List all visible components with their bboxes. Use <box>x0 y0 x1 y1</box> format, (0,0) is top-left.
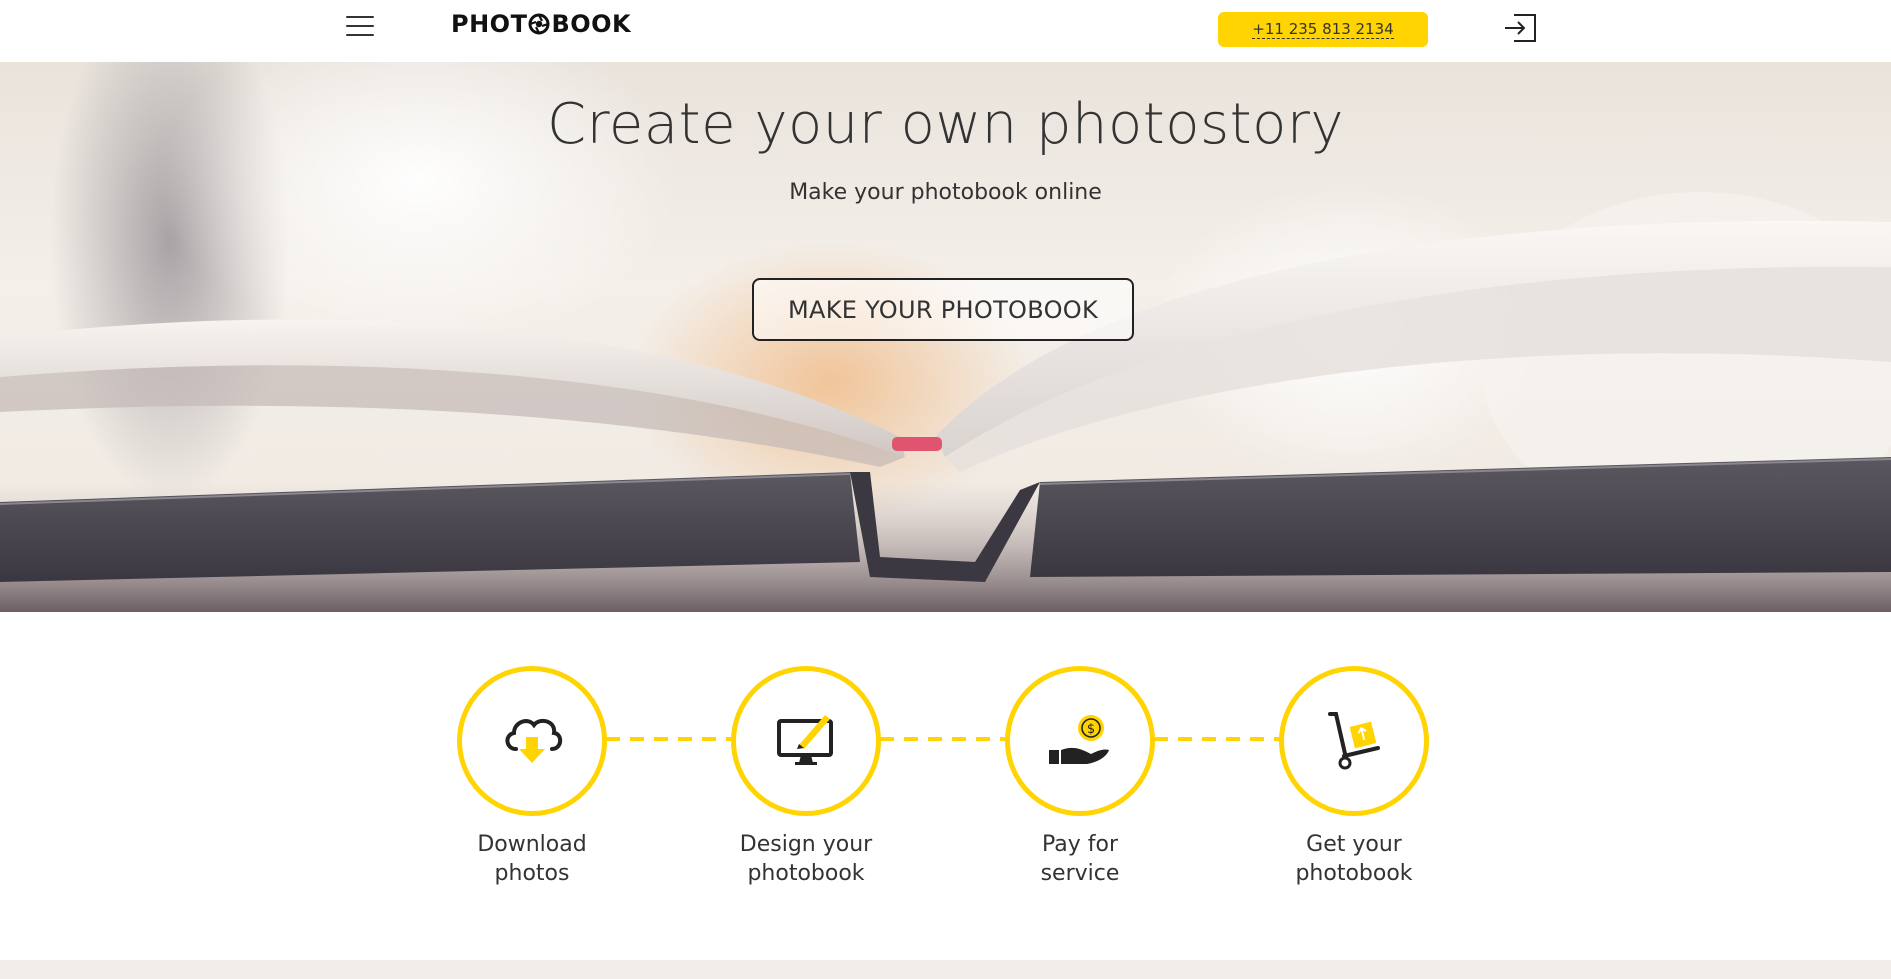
aperture-icon <box>528 13 550 35</box>
step-label-line1: Download <box>477 832 587 857</box>
step-circle <box>731 666 881 816</box>
hero-title: Create your own photostory <box>546 92 1345 157</box>
cloud-download-icon <box>505 718 563 763</box>
next-section-strip <box>0 960 1891 979</box>
steps-section: Download photos Design your photobook $ <box>0 612 1891 960</box>
site-header: PHOT BOOK +11 235 813 2134 <box>0 0 1891 62</box>
delivery-cart-icon <box>1328 712 1380 770</box>
step-label-line2: photobook <box>1295 861 1413 886</box>
step-circle: $ <box>1005 666 1155 816</box>
logo-text-right: BOOK <box>551 10 632 38</box>
step-connector <box>606 737 732 741</box>
hero-subtitle: Make your photobook online <box>789 180 1102 205</box>
logo[interactable]: PHOT BOOK <box>451 10 631 38</box>
step-label-line1: Get your <box>1306 832 1402 857</box>
step-circle <box>457 666 607 816</box>
step-connector <box>880 737 1006 741</box>
sign-in-icon[interactable] <box>1502 12 1538 44</box>
step-label-line1: Pay for <box>1041 832 1119 857</box>
step-label-line1: Design your <box>739 832 873 857</box>
step-label: Download photos <box>422 830 642 888</box>
phone-number: +11 235 813 2134 <box>1252 19 1394 39</box>
make-photobook-button[interactable]: MAKE YOUR PHOTOBOOK <box>752 278 1134 341</box>
hamburger-menu-icon[interactable] <box>346 16 374 40</box>
step-connector <box>1154 737 1280 741</box>
step-label-line2: photobook <box>747 861 865 886</box>
logo-text-left: PHOT <box>451 10 528 38</box>
hand-coin-payment-icon: $ <box>1049 715 1109 764</box>
step-label-line2: service <box>1040 861 1120 886</box>
phone-button[interactable]: +11 235 813 2134 <box>1218 12 1428 47</box>
step-label-line2: photos <box>494 861 570 886</box>
step-label: Pay for service <box>970 830 1190 888</box>
step-circle <box>1279 666 1429 816</box>
monitor-design-icon <box>777 715 833 765</box>
step-label: Design your photobook <box>696 830 916 888</box>
svg-text:$: $ <box>1087 722 1095 737</box>
hero-banner: Create your own photostory Make your pho… <box>0 62 1891 612</box>
step-label: Get your photobook <box>1244 830 1464 888</box>
